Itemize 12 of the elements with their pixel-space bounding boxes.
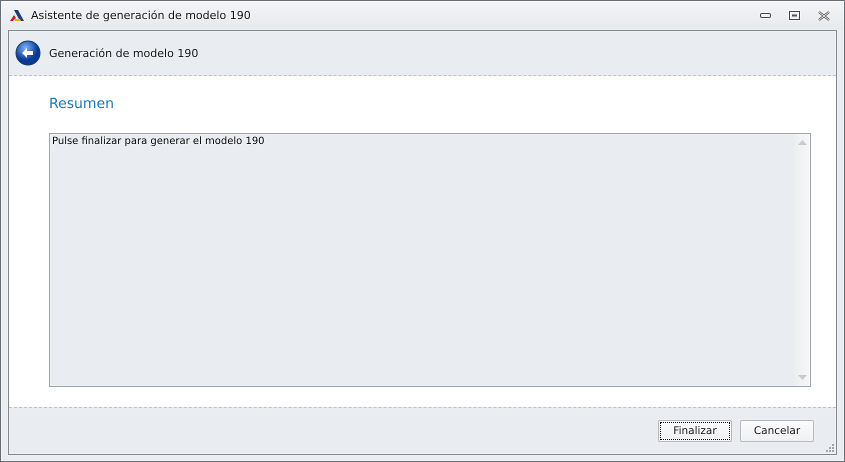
maximize-icon[interactable] — [789, 11, 800, 20]
header-title: Generación de modelo 190 — [49, 46, 198, 60]
section-title: Resumen — [49, 96, 116, 112]
resize-grip-icon[interactable] — [826, 444, 834, 452]
app-logo-icon — [9, 9, 25, 22]
back-icon[interactable] — [15, 40, 41, 66]
dialog-button[interactable]: Cancelar — [740, 420, 814, 442]
summary-text: Pulse finalizar para generar el modelo 190 — [51, 135, 266, 149]
window-title: Asistente de generación de modelo 190 — [31, 9, 251, 22]
dialog-button[interactable]: Finalizar — [658, 420, 732, 442]
minimize-icon[interactable] — [760, 13, 771, 18]
close-icon[interactable] — [818, 10, 830, 20]
